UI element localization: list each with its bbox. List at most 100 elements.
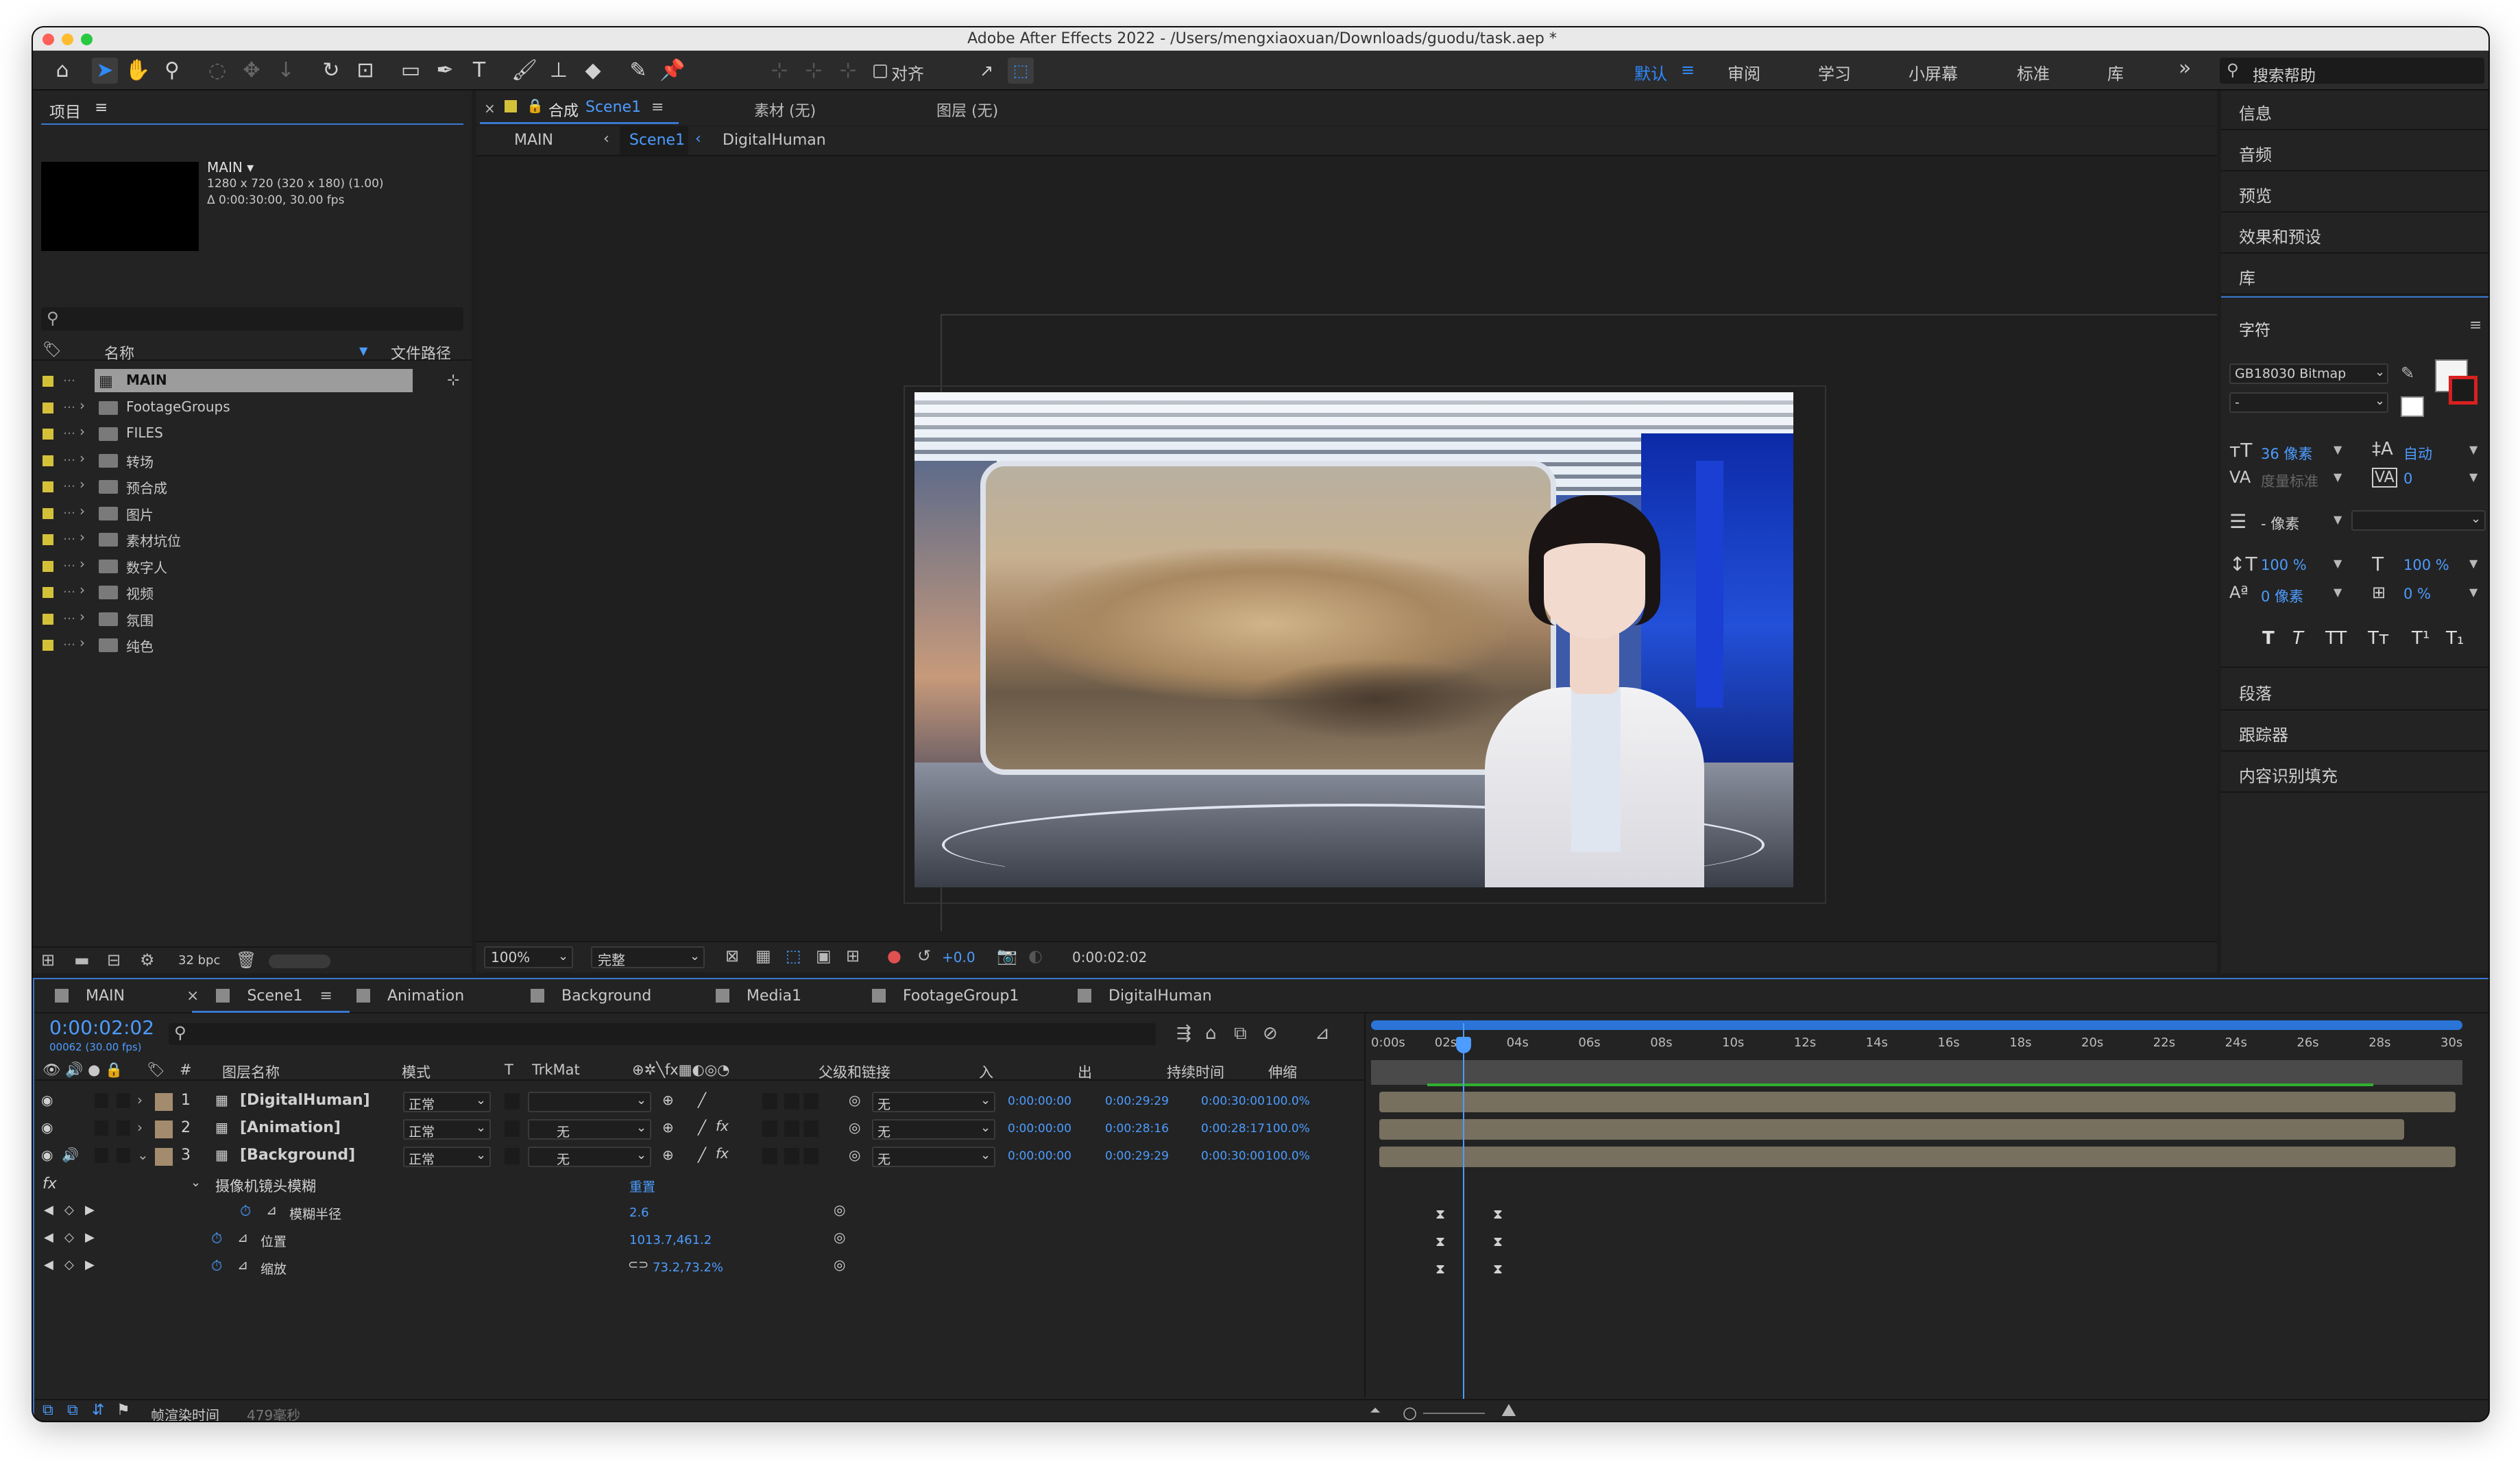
home-icon[interactable]: ⌂ xyxy=(49,58,75,84)
stroke-color-swatch[interactable] xyxy=(2449,376,2477,405)
label-swatch[interactable] xyxy=(43,560,53,572)
snap-checkbox[interactable] xyxy=(873,64,887,78)
workspace-more-icon[interactable]: » xyxy=(2179,56,2191,80)
leading-value[interactable]: 自动 xyxy=(2403,443,2432,464)
effect-reset-link[interactable]: 重置 xyxy=(629,1177,655,1195)
stopwatch-icon[interactable]: ⏱ xyxy=(211,1258,222,1275)
adjustment-checkbox[interactable] xyxy=(784,1121,799,1137)
kerning-value[interactable]: 度量标准 xyxy=(2261,470,2318,491)
tsume-value[interactable]: 0 % xyxy=(2403,586,2431,602)
pick-whip-icon[interactable]: ◎ xyxy=(834,1256,845,1273)
keyframe-marker[interactable]: ⧗ xyxy=(1435,1233,1445,1249)
stroke-width-value[interactable]: - 像素 xyxy=(2261,513,2299,534)
eyedropper-icon[interactable]: ✎ xyxy=(2401,363,2414,383)
pick-whip-icon[interactable]: ◎ xyxy=(849,1119,860,1136)
font-style-dropdown[interactable]: - ⌄ xyxy=(2229,392,2388,413)
pick-whip-icon[interactable]: ◎ xyxy=(834,1229,845,1245)
adjustment-checkbox[interactable] xyxy=(784,1093,799,1110)
panel-menu-icon[interactable]: ≡ xyxy=(2469,317,2482,334)
breadcrumb-main[interactable]: MAIN xyxy=(514,132,553,149)
reset-exposure-icon[interactable]: ↺ xyxy=(917,946,931,966)
orbit-camera-icon[interactable]: ◌ xyxy=(204,58,230,84)
clone-stamp-icon[interactable]: ⊥ xyxy=(546,58,572,84)
workspace-small-screen[interactable]: 小屏幕 xyxy=(1909,60,1958,84)
project-item[interactable]: … › FootageGroups xyxy=(33,396,465,420)
chevron-down-icon[interactable]: ⌄ xyxy=(137,1147,149,1163)
layer-out-point[interactable]: 0:00:29:29 xyxy=(1105,1094,1169,1108)
chevron-down-icon[interactable]: ▼ xyxy=(2469,470,2477,483)
preserve-transparency-checkbox[interactable] xyxy=(505,1148,520,1164)
snap-options-icon[interactable]: ↗ xyxy=(973,58,999,84)
new-comp-icon[interactable]: ⊟ xyxy=(107,950,121,970)
effect-row[interactable]: fx ⌄ 摄像机镜头模糊 重置 xyxy=(34,1173,1364,1200)
comp-tab-name[interactable]: Scene1 xyxy=(585,99,641,116)
label-swatch[interactable] xyxy=(43,640,53,651)
workspace-library[interactable]: 库 xyxy=(2107,60,2124,84)
comp-flowchart-icon[interactable]: ⇶ xyxy=(1176,1023,1191,1044)
chevron-right-icon[interactable]: › xyxy=(80,555,85,572)
chevron-right-icon[interactable]: › xyxy=(80,634,85,651)
quality-switch-icon[interactable]: ╱ xyxy=(698,1147,706,1163)
keyframe-marker[interactable]: ⧗ xyxy=(1493,1233,1503,1249)
layer-stretch[interactable]: 100.0% xyxy=(1265,1122,1310,1136)
selection-tool-icon[interactable]: ➤ xyxy=(92,58,118,84)
zoom-in-icon[interactable]: ⛰ xyxy=(1501,1400,1516,1421)
superscript-button[interactable]: T¹ xyxy=(2412,628,2430,649)
keyframe-marker[interactable]: ⧗ xyxy=(1493,1260,1503,1277)
render-time-icon[interactable]: ⚑ xyxy=(117,1402,130,1419)
label-column-icon[interactable]: 🏷 xyxy=(43,341,62,359)
trash-icon[interactable]: 🗑 xyxy=(236,950,256,970)
trkmat-dropdown[interactable]: 无 ⌄ xyxy=(528,1119,651,1140)
draft-3d-icon[interactable]: ⌂ xyxy=(1205,1023,1217,1044)
sort-down-icon[interactable]: ▼ xyxy=(359,344,367,357)
stopwatch-icon[interactable]: ⏱ xyxy=(211,1230,222,1247)
pen-tool-icon[interactable]: ✒ xyxy=(432,58,458,84)
disclosure-triangle-icon[interactable]: ⌄ xyxy=(191,1175,201,1190)
keyframe-marker[interactable]: ⧗ xyxy=(1435,1206,1445,1222)
snap-feature-icon[interactable]: ⬚ xyxy=(1008,58,1034,84)
right-panel-item[interactable]: 预览 xyxy=(2221,173,2488,213)
label-swatch[interactable] xyxy=(43,429,53,440)
project-item[interactable]: … › 数字人 xyxy=(33,554,465,579)
timeline-tab[interactable]: Animation xyxy=(356,979,464,1014)
solo-checkbox[interactable] xyxy=(95,1121,108,1136)
parent-column-header[interactable]: 父级和链接 xyxy=(819,1062,891,1082)
label-swatch[interactable] xyxy=(43,534,53,545)
shy-switch-icon[interactable]: ⊕ xyxy=(662,1147,674,1163)
workspace-review[interactable]: 审阅 xyxy=(1728,60,1760,84)
viewer-timecode[interactable]: 0:00:02:02 xyxy=(1072,949,1147,966)
chevron-right-icon[interactable]: › xyxy=(80,450,85,466)
timeline-tab[interactable]: Background xyxy=(531,979,651,1014)
property-value[interactable]: 73.2,73.2% xyxy=(653,1260,723,1275)
region-of-interest-icon[interactable]: ▣ xyxy=(816,946,832,966)
audio-icon[interactable]: 🔊 xyxy=(62,1147,79,1163)
project-item[interactable]: … › 视频 xyxy=(33,580,465,605)
breadcrumb-scene1[interactable]: Scene1 xyxy=(629,132,685,149)
dolly-camera-icon[interactable]: ↓ xyxy=(273,58,299,84)
in-column-header[interactable]: 入 xyxy=(979,1062,993,1082)
layer-label-swatch[interactable] xyxy=(155,1093,173,1111)
layer-name[interactable]: [Background] xyxy=(240,1147,355,1164)
thumbnail-size-slider[interactable] xyxy=(269,955,330,968)
brush-tool-icon[interactable]: 🖌 xyxy=(511,58,537,84)
layer-row[interactable]: ◉ › 2 ▦ [Animation] 正常 ⌄ 无 ⌄ ⊕ ╱ fx ◎ 无 … xyxy=(34,1116,1364,1144)
duration-column-header[interactable]: 持续时间 xyxy=(1167,1062,1224,1082)
project-item[interactable]: … ▦ MAIN ⊹ xyxy=(33,369,465,394)
lock-checkbox[interactable] xyxy=(117,1148,130,1163)
zoom-tool-icon[interactable]: ⚲ xyxy=(159,58,185,84)
label-swatch[interactable] xyxy=(43,455,53,466)
work-area-bar[interactable] xyxy=(1371,1020,2462,1030)
transfer-controls-toggle-icon[interactable]: ⧉ xyxy=(67,1402,78,1419)
motion-blur-checkbox[interactable] xyxy=(762,1093,777,1110)
time-navigator[interactable] xyxy=(1371,1060,2462,1085)
chevron-down-icon[interactable]: ▼ xyxy=(2334,470,2342,483)
zoom-slider-track[interactable] xyxy=(1423,1413,1485,1414)
eye-icon[interactable]: ◉ xyxy=(41,1147,53,1163)
label-swatch[interactable] xyxy=(43,613,53,625)
right-panel-item[interactable]: 库 xyxy=(2221,255,2488,295)
project-item[interactable]: … › 素材坑位 xyxy=(33,527,465,552)
pick-whip-icon[interactable]: ◎ xyxy=(849,1147,860,1163)
layer-out-point[interactable]: 0:00:28:16 xyxy=(1105,1122,1169,1136)
type-tool-icon[interactable]: T xyxy=(466,58,492,84)
timeline-tab[interactable]: × Scene1 ≡ xyxy=(186,979,332,1014)
